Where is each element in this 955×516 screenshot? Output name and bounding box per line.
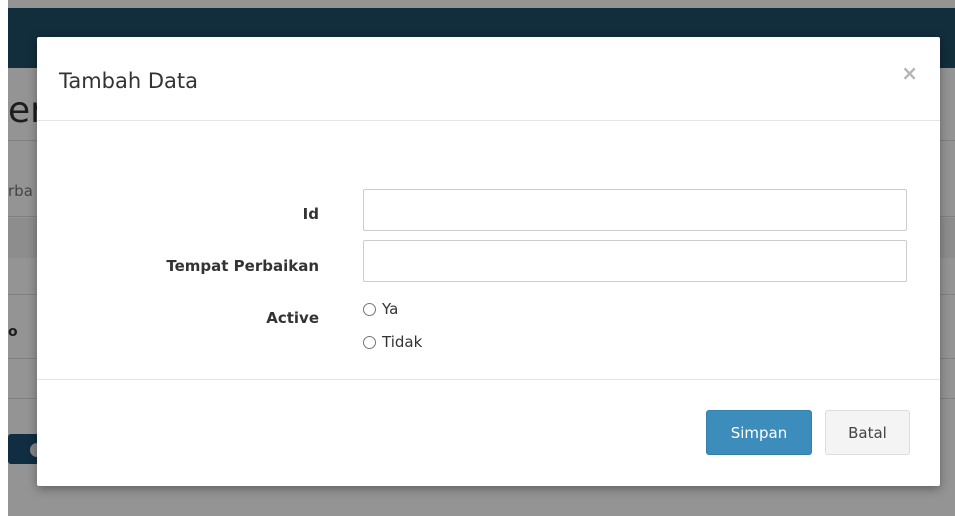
active-label: Active bbox=[266, 309, 319, 327]
modal-header: Tambah Data × bbox=[37, 37, 940, 121]
radio-ya-label: Ya bbox=[382, 300, 399, 318]
save-button[interactable]: Simpan bbox=[706, 410, 812, 455]
radio-ya[interactable] bbox=[363, 302, 376, 316]
id-label: Id bbox=[302, 205, 319, 223]
cancel-button[interactable]: Batal bbox=[825, 410, 910, 455]
radio-tidak-label: Tidak bbox=[382, 333, 423, 351]
close-icon[interactable]: × bbox=[901, 61, 918, 85]
tempat-perbaikan-label: Tempat Perbaikan bbox=[166, 257, 319, 275]
add-data-modal: Tambah Data × Id Tempat Perbaikan Active… bbox=[37, 37, 940, 486]
id-input[interactable] bbox=[363, 189, 907, 231]
active-radio-tidak[interactable]: Tidak bbox=[363, 333, 422, 351]
modal-body: Id Tempat Perbaikan Active Ya Tidak bbox=[37, 121, 940, 379]
radio-tidak[interactable] bbox=[363, 335, 376, 349]
tempat-perbaikan-input[interactable] bbox=[363, 240, 907, 282]
page-left-margin bbox=[0, 0, 8, 516]
modal-footer: Simpan Batal bbox=[37, 379, 940, 487]
active-radio-ya[interactable]: Ya bbox=[363, 300, 398, 318]
modal-title: Tambah Data bbox=[59, 69, 199, 93]
